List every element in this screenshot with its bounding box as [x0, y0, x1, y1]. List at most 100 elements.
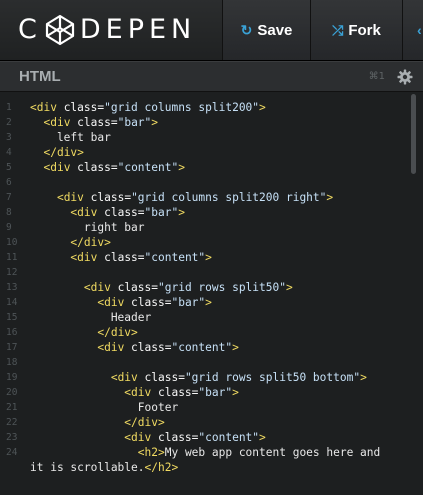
save-button[interactable]: ↻ Save: [222, 0, 310, 60]
code-token: <div: [30, 101, 64, 114]
code-text: <div class="grid rows split50">: [30, 280, 293, 295]
code-token: "grid columns split200": [104, 101, 260, 114]
code-token: My web app content goes here and: [164, 446, 381, 459]
code-editor[interactable]: 1 <div class= "grid columns split200" > 2 <d…: [0, 92, 423, 495]
codepen-logo[interactable]: C DEPEN: [18, 14, 196, 46]
code-line[interactable]: 12: [0, 265, 423, 280]
code-text: <div class="content">: [30, 340, 238, 355]
code-line[interactable]: 1 <div class="grid columns split200">: [0, 100, 423, 115]
code-token: <div: [97, 296, 132, 309]
code-text: right bar: [30, 220, 145, 235]
code-text: left bar: [30, 130, 111, 145]
line-number: 18: [6, 357, 18, 368]
code-token: class=: [104, 251, 145, 264]
editor-title: HTML: [19, 68, 61, 85]
code-text: <div class="content">: [30, 160, 185, 175]
code-line[interactable]: 16 </div>: [0, 325, 423, 340]
code-line[interactable]: 11 <div class="content">: [0, 250, 423, 265]
next-toolbar-button[interactable]: ‹: [402, 0, 423, 60]
code-line[interactable]: 17 <div class="content">: [0, 340, 423, 355]
code-token: >: [178, 161, 185, 174]
line-number: 21: [6, 402, 18, 413]
line-number: 14: [6, 297, 18, 308]
line-number: 9: [6, 222, 12, 233]
code-token: >: [232, 386, 239, 399]
code-line[interactable]: 4 </div>: [0, 145, 423, 160]
code-line[interactable]: 14 <div class="bar">: [0, 295, 423, 310]
gear-icon[interactable]: [397, 69, 413, 85]
code-token: class=: [157, 386, 199, 399]
code-token: <div: [124, 386, 158, 399]
code-token: class=: [90, 191, 132, 204]
code-line[interactable]: 8 <div class="bar">: [0, 205, 423, 220]
fork-label: Fork: [348, 21, 381, 39]
logo-letter-c: C: [18, 14, 42, 45]
code-line[interactable]: 18: [0, 355, 423, 370]
code-line[interactable]: 13 <div class="grid rows split50">: [0, 280, 423, 295]
line-number: 2: [6, 117, 12, 128]
code-line[interactable]: 2 <div class="bar">: [0, 115, 423, 130]
code-token: "bar": [171, 296, 206, 309]
code-token: class=: [117, 281, 158, 294]
code-line[interactable]: 24 <h2>My web app content goes here and: [0, 445, 423, 460]
code-token: "content": [144, 251, 206, 264]
code-token: Footer: [30, 401, 179, 414]
code-line[interactable]: 20 <div class="bar">: [0, 385, 423, 400]
code-text: <div class="grid columns split200 right"…: [30, 190, 333, 205]
code-token: >: [178, 206, 185, 219]
code-token: class=: [104, 206, 145, 219]
line-number: 5: [6, 162, 12, 173]
code-text: <div class="grid rows split50 bottom">: [30, 370, 367, 385]
code-token: <div: [124, 431, 158, 444]
code-line[interactable]: 6: [0, 175, 423, 190]
code-line[interactable]: 9 right bar: [0, 220, 423, 235]
code-line[interactable]: 7 <div class="grid columns split200 righ…: [0, 190, 423, 205]
line-number: 19: [6, 372, 18, 383]
line-number: 23: [6, 432, 18, 443]
code-line[interactable]: 22 </div>: [0, 415, 423, 430]
code-line[interactable]: 23 <div class="content">: [0, 430, 423, 445]
line-number: 1: [6, 102, 12, 113]
code-token: <h2>: [137, 446, 165, 459]
code-line[interactable]: 21 Footer: [0, 400, 423, 415]
code-line[interactable]: 19 <div class="grid rows split50 bottom"…: [0, 370, 423, 385]
code-line[interactable]: 3 left bar: [0, 130, 423, 145]
code-token: >: [205, 296, 212, 309]
code-token: >: [151, 116, 159, 129]
code-token: </div>: [43, 146, 84, 159]
line-number: 7: [6, 192, 12, 203]
code-token: </div>: [70, 236, 111, 249]
code-line[interactable]: 5 <div class="content">: [0, 160, 423, 175]
line-number: 16: [6, 327, 18, 338]
code-token: class=: [131, 296, 172, 309]
code-line[interactable]: 15 Header: [0, 310, 423, 325]
code-token: "bar": [117, 116, 152, 129]
line-number: 22: [6, 417, 18, 428]
line-number: 3: [6, 132, 12, 143]
code-token: >: [360, 371, 367, 384]
code-text: </div>: [30, 235, 111, 250]
logo-text: DEPEN: [79, 14, 197, 45]
line-number: 24: [6, 447, 18, 458]
keyboard-shortcut: ⌘1: [368, 71, 385, 82]
code-text: Footer: [30, 400, 178, 415]
code-line[interactable]: 10 </div>: [0, 235, 423, 250]
code-text: <div class="content">: [30, 250, 211, 265]
code-line[interactable]: it is scrollable.</h2>: [0, 460, 423, 475]
code-token: <div: [70, 206, 105, 219]
code-token: class=: [77, 161, 118, 174]
line-number: 6: [6, 177, 12, 188]
fork-button[interactable]: ⤮ Fork: [310, 0, 402, 60]
code-token: class=: [131, 341, 172, 354]
code-token: "bar": [198, 386, 233, 399]
code-token: <div: [97, 341, 132, 354]
